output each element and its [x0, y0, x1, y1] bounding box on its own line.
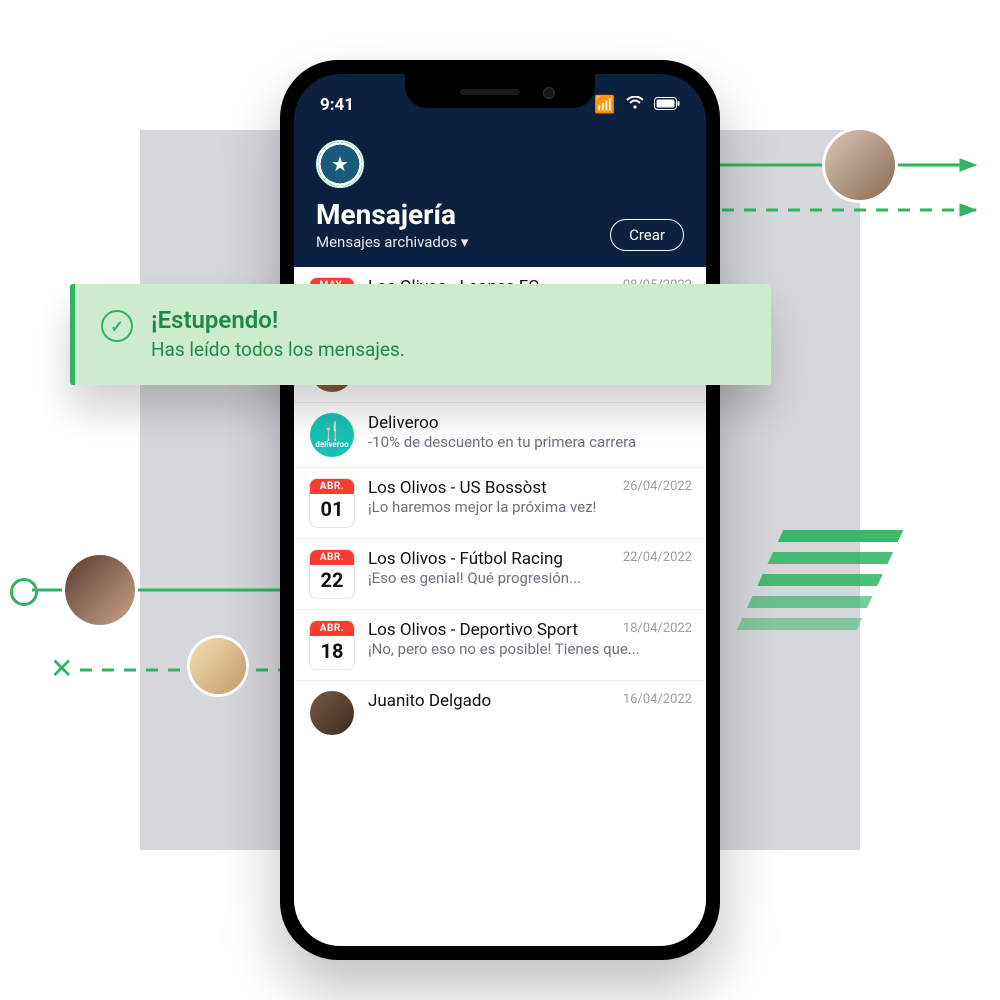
- create-button[interactable]: Crear: [610, 219, 684, 251]
- status-time: 9:41: [320, 95, 354, 115]
- deliveroo-icon: deliveroo: [308, 413, 356, 457]
- message-preview: -10% de descuento en tu primera carrera: [368, 433, 692, 451]
- arrow-right-dashed: [700, 200, 1000, 240]
- calendar-icon: ABR.01: [308, 478, 356, 528]
- message-date: 26/04/2022: [623, 479, 692, 494]
- message-title: Deliveroo: [368, 413, 692, 433]
- calendar-icon: ABR.22: [308, 549, 356, 599]
- message-preview: ¡No, pero eso no es posible! Tienes que.…: [368, 640, 692, 658]
- message-row[interactable]: ABR.22Los Olivos - Fútbol Racing ¡Eso es…: [294, 538, 706, 609]
- toast-success: ✓ ¡Estupendo! Has leído todos los mensaj…: [70, 284, 771, 385]
- cal-month: ABR.: [310, 621, 354, 636]
- message-date: 18/04/2022: [623, 621, 692, 636]
- avatar-deco-3: [190, 638, 246, 694]
- cal-day: 01: [321, 494, 344, 521]
- phone-screen: 9:41 📶 Mensajería Mensajes archivado: [294, 74, 706, 946]
- message-row[interactable]: ABR.18Los Olivos - Deportivo Sport ¡No, …: [294, 609, 706, 680]
- status-icons: 📶: [588, 95, 680, 115]
- club-logo[interactable]: [316, 140, 364, 188]
- toast-title: ¡Estupendo!: [151, 306, 405, 334]
- cal-day: 22: [321, 565, 344, 592]
- node-x-icon: ✕: [50, 655, 73, 683]
- header: Mensajería Mensajes archivados ▾ Crear: [294, 198, 706, 267]
- phone-notch: [405, 74, 595, 108]
- filter-label: Mensajes archivados: [316, 233, 457, 251]
- cal-day: 18: [321, 636, 344, 663]
- message-row[interactable]: ABR.01Los Olivos - US Bossòst ¡Lo haremo…: [294, 467, 706, 538]
- message-date: 16/04/2022: [623, 692, 692, 707]
- signal-icon: 📶: [594, 95, 615, 115]
- avatar: [308, 691, 356, 735]
- page-title: Mensajería: [316, 198, 468, 231]
- calendar-icon: ABR.18: [308, 620, 356, 670]
- stage: ✕ 9:41 📶 Men: [0, 0, 1000, 1000]
- toast-subtitle: Has leído todos los mensajes.: [151, 338, 405, 361]
- phone-frame: 9:41 📶 Mensajería Mensajes archivado: [280, 60, 720, 960]
- cal-month: ABR.: [310, 550, 354, 565]
- message-row[interactable]: Juanito Delgado 16/04/2022: [294, 680, 706, 745]
- avatar-deco-1: [825, 130, 895, 200]
- message-preview: ¡Lo haremos mejor la próxima vez!: [368, 498, 692, 516]
- avatar-deco-2: [65, 555, 135, 625]
- filter-dropdown[interactable]: Mensajes archivados ▾: [316, 233, 468, 251]
- chevron-down-icon: ▾: [461, 233, 469, 251]
- battery-icon: [654, 95, 680, 115]
- message-preview: ¡Eso es genial! Qué progresión...: [368, 569, 692, 587]
- wifi-icon: [626, 95, 648, 115]
- check-circle-icon: ✓: [101, 310, 133, 342]
- message-date: 22/04/2022: [623, 550, 692, 565]
- cal-month: ABR.: [310, 479, 354, 494]
- message-row[interactable]: deliveroo Deliveroo -10% de descuento en …: [294, 402, 706, 467]
